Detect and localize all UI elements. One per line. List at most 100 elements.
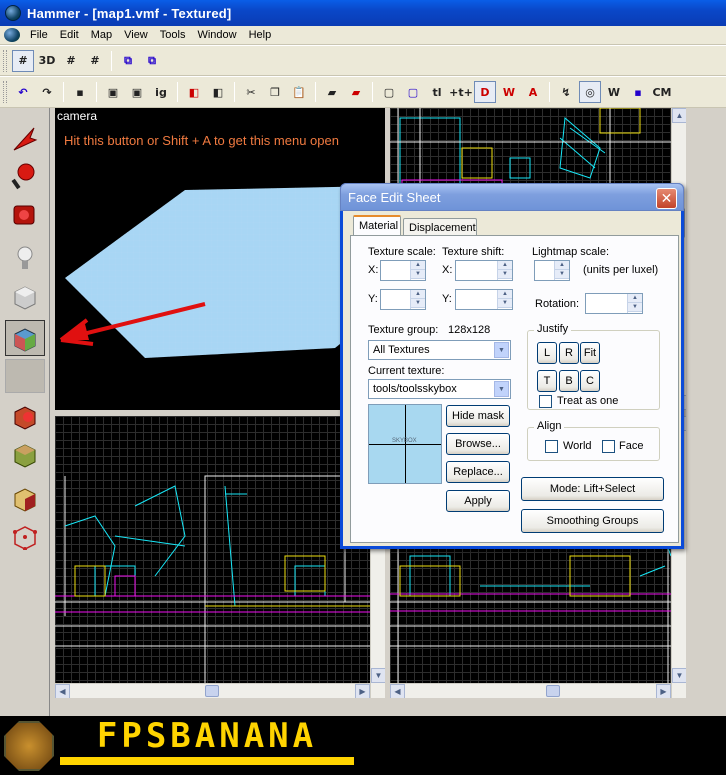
spinner[interactable]: ▲ ▼ (497, 261, 512, 280)
scroll-left-icon[interactable]: ◀ (55, 684, 70, 698)
scale-x-input[interactable]: ▲ ▼ (380, 260, 426, 281)
mode-button[interactable]: Mode: Lift+Select (521, 477, 664, 501)
replace-button[interactable]: Replace... (446, 461, 510, 483)
menu-tools[interactable]: Tools (154, 29, 192, 41)
larger-grid-icon[interactable]: # (84, 50, 106, 72)
selection-tool[interactable] (5, 120, 45, 156)
overlay-tool[interactable] (5, 436, 45, 472)
scroll-up-icon[interactable]: ▲ (672, 108, 686, 123)
texture-group-select[interactable]: All Textures ▼ (368, 340, 511, 360)
justify-right-button[interactable]: R (559, 342, 579, 364)
camera-tool[interactable] (5, 196, 45, 232)
lightmap-scale-input[interactable]: ▲ ▼ (534, 260, 570, 281)
texture-application-tool[interactable] (5, 320, 45, 356)
spinner[interactable]: ▲ ▼ (410, 290, 425, 309)
vertex-icon[interactable]: ↯ (555, 81, 577, 103)
scroll-thumb[interactable] (546, 685, 560, 697)
justify-bottom-button[interactable]: B (559, 370, 579, 392)
scroll-left-icon[interactable]: ◀ (390, 684, 405, 698)
front-view-horizontal-scrollbar[interactable]: ◀ ▶ (55, 683, 370, 698)
menu-file[interactable]: File (24, 29, 54, 41)
radar-icon[interactable]: ◎ (579, 81, 601, 103)
align-world-checkbox[interactable] (545, 440, 558, 453)
ignore-groups-icon[interactable]: ig (150, 81, 172, 103)
to-entity-icon[interactable]: A (522, 81, 544, 103)
chevron-down-icon[interactable]: ▼ (494, 342, 509, 358)
lightmap-scale-label: Lightmap scale: (532, 246, 610, 258)
treat-as-one-checkbox[interactable] (539, 395, 552, 408)
menu-window[interactable]: Window (191, 29, 242, 41)
hide-selected-icon[interactable]: ◧ (183, 81, 205, 103)
tie-to-entity-icon[interactable]: D (474, 81, 496, 103)
undo-icon[interactable]: ↶ (12, 81, 34, 103)
flip-icon[interactable]: +t+ (449, 81, 473, 103)
spinner[interactable]: ▲ ▼ (410, 261, 425, 280)
smoothing-groups-button[interactable]: Smoothing Groups (521, 509, 664, 533)
menu-map[interactable]: Map (85, 29, 118, 41)
tab-material[interactable]: Material (353, 215, 401, 237)
group-icon[interactable]: ⧉ (141, 50, 163, 72)
justify-center-button[interactable]: C (580, 370, 600, 392)
align-face-checkbox[interactable] (602, 440, 615, 453)
smaller-grid-icon[interactable]: # (60, 50, 82, 72)
copy-icon[interactable]: ❐ (264, 81, 286, 103)
chevron-down-icon[interactable]: ▼ (494, 381, 509, 397)
entity-tool[interactable] (5, 240, 45, 276)
scale-y-input[interactable]: ▲ ▼ (380, 289, 426, 310)
tl-icon[interactable]: tl (426, 81, 448, 103)
menu-help[interactable]: Help (243, 29, 278, 41)
front-2d-viewport[interactable]: ▲ ▼ ◀ ▶ (55, 416, 385, 698)
scroll-thumb[interactable] (205, 685, 219, 697)
autoselect-icon[interactable]: ▪ (627, 81, 649, 103)
cm-icon[interactable]: CM (651, 81, 673, 103)
rotation-input[interactable]: ▲ ▼ (585, 293, 643, 314)
3d-grid-icon[interactable]: 3D (36, 50, 58, 72)
close-icon[interactable]: ✕ (656, 188, 677, 209)
block-tool[interactable] (5, 278, 45, 314)
scroll-right-icon[interactable]: ▶ (355, 684, 370, 698)
carve-icon[interactable]: ⧉ (117, 50, 139, 72)
document-icon[interactable] (4, 28, 20, 42)
ungroup-icon[interactable]: ▣ (126, 81, 148, 103)
current-texture-select[interactable]: tools/toolsskybox ▼ (368, 379, 511, 399)
cut-icon[interactable]: ✂ (240, 81, 262, 103)
scroll-down-icon[interactable]: ▼ (371, 668, 385, 683)
texture-lock-icon[interactable]: ▰ (321, 81, 343, 103)
scroll-right-icon[interactable]: ▶ (656, 684, 671, 698)
decal-tool[interactable] (5, 398, 45, 434)
vertex-tool[interactable] (5, 518, 45, 554)
texture-scale-lock-icon[interactable]: ▰ (345, 81, 367, 103)
cordon-icon[interactable]: W (603, 81, 625, 103)
spinner[interactable]: ▲ ▼ (554, 261, 569, 280)
menu-view[interactable]: View (118, 29, 154, 41)
apply-current-texture-tool[interactable] (5, 358, 45, 394)
browse-button[interactable]: Browse... (446, 433, 510, 455)
spinner[interactable]: ▲ ▼ (497, 290, 512, 309)
shift-x-input[interactable]: ▲ ▼ (455, 260, 513, 281)
toolbar-grip[interactable] (3, 81, 7, 103)
group-selection-icon[interactable]: ▣ (102, 81, 124, 103)
toolbar-grip[interactable] (3, 49, 7, 72)
side-view-horizontal-scrollbar[interactable]: ◀ ▶ (390, 683, 671, 698)
apply-button[interactable]: Apply (446, 490, 510, 512)
clipping-tool[interactable] (5, 480, 45, 516)
move-to-world-icon[interactable]: W (498, 81, 520, 103)
show-all-icon[interactable]: ◧ (207, 81, 229, 103)
spinner[interactable]: ▲ ▼ (627, 294, 642, 313)
menu-edit[interactable]: Edit (54, 29, 85, 41)
paste-icon[interactable]: 📋 (288, 81, 310, 103)
select-all-icon[interactable]: ▢ (402, 81, 424, 103)
magnify-tool[interactable] (5, 158, 45, 194)
shift-y-input[interactable]: ▲ ▼ (455, 289, 513, 310)
dialog-title-bar[interactable]: Face Edit Sheet ✕ (340, 183, 684, 211)
camera-viewport[interactable]: camera Hit this button or Shift + A to g… (55, 108, 385, 410)
grid-toggle-icon[interactable]: # (12, 49, 34, 72)
justify-fit-button[interactable]: Fit (580, 342, 600, 364)
hide-mask-button[interactable]: Hide mask (446, 405, 510, 427)
justify-top-button[interactable]: T (537, 370, 557, 392)
redo-icon[interactable]: ↷ (36, 81, 58, 103)
scroll-down-icon[interactable]: ▼ (672, 668, 686, 683)
justify-left-button[interactable]: L (537, 342, 557, 364)
selection-mode-icon[interactable]: ▢ (378, 81, 400, 103)
copy-paste-special-icon[interactable]: ▪ (69, 81, 91, 103)
